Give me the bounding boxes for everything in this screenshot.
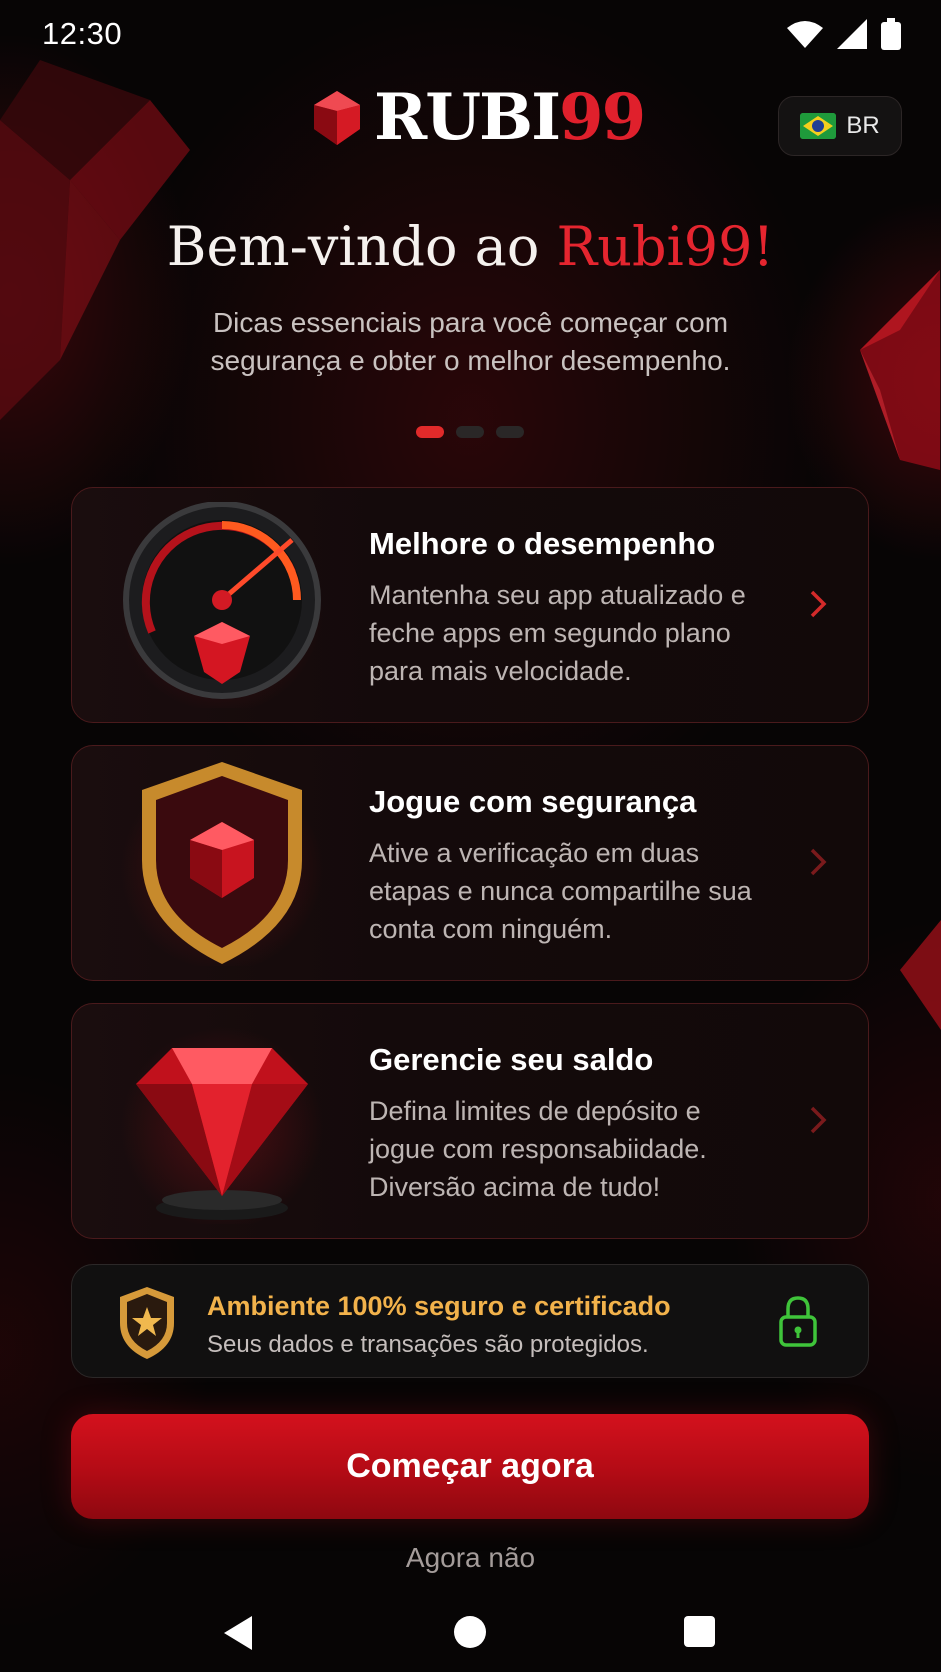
tip-card-security[interactable]: Jogue com segurança Ative a verificação …	[71, 745, 869, 981]
tip-card-balance[interactable]: Gerencie seu saldo Defina limites de dep…	[71, 1003, 869, 1239]
status-icons	[787, 18, 901, 50]
logo-text: RUBI	[374, 80, 561, 155]
security-subtitle: Seus dados e transações são protegidos.	[207, 1331, 649, 1358]
pagination-dots	[416, 426, 524, 438]
logo-accent-text: 99	[559, 80, 646, 155]
status-time: 12:30	[42, 16, 123, 51]
welcome-title-prefix: Bem-vindo ao	[166, 215, 557, 278]
lock-icon	[779, 1296, 817, 1347]
welcome-subtitle: Dicas essenciais para você começar com s…	[210, 307, 731, 376]
security-banner: Ambiente 100% seguro e certificado Seus …	[71, 1264, 869, 1378]
card-description: Ative a verificação em duas etapas e nun…	[369, 838, 752, 944]
app-logo: RUBI99	[310, 86, 646, 150]
chevron-right-icon	[810, 590, 827, 618]
card-title: Melhore o desempenho	[369, 526, 716, 561]
card-description: Defina limites de depósito e jogue com r…	[369, 1096, 707, 1202]
card-title: Jogue com segurança	[369, 784, 697, 819]
welcome-title-accent: Rubi99!	[556, 215, 775, 278]
pagination-dot[interactable]	[456, 426, 484, 438]
battery-icon	[881, 18, 901, 50]
ruby-crystal-decoration-right	[860, 270, 940, 470]
card-description: Mantenha seu app atualizado e feche apps…	[369, 580, 746, 686]
start-now-button[interactable]: Começar agora	[71, 1414, 869, 1519]
security-title: Ambiente 100% seguro e certificado	[207, 1291, 671, 1321]
brazil-flag-icon	[800, 113, 837, 139]
ruby-logo-icon	[314, 91, 360, 145]
home-icon[interactable]	[454, 1616, 486, 1648]
signal-icon	[837, 19, 867, 49]
speedometer-ruby-icon	[112, 501, 332, 708]
chevron-right-icon	[810, 1106, 827, 1134]
shield-ruby-icon	[112, 760, 332, 966]
wifi-icon	[787, 21, 823, 48]
pagination-dot-active[interactable]	[416, 426, 444, 438]
recents-icon[interactable]	[684, 1616, 715, 1647]
not-now-link[interactable]: Agora não	[0, 1542, 941, 1574]
tip-card-performance[interactable]: Melhore o desempenho Mantenha seu app at…	[71, 487, 869, 723]
language-label: BR	[846, 112, 880, 139]
ruby-gem-icon	[112, 1018, 332, 1224]
ruby-crystal-decoration-right-lower	[900, 920, 941, 1030]
system-navigation-bar	[0, 1610, 941, 1660]
gold-shield-star-icon	[120, 1287, 174, 1359]
back-icon[interactable]	[222, 1614, 254, 1652]
welcome-title: Bem-vindo ao Rubi99!	[0, 215, 941, 278]
pagination-dot[interactable]	[496, 426, 524, 438]
chevron-right-icon	[810, 848, 827, 876]
language-selector-button[interactable]: BR	[778, 96, 902, 156]
card-title: Gerencie seu saldo	[369, 1042, 654, 1077]
